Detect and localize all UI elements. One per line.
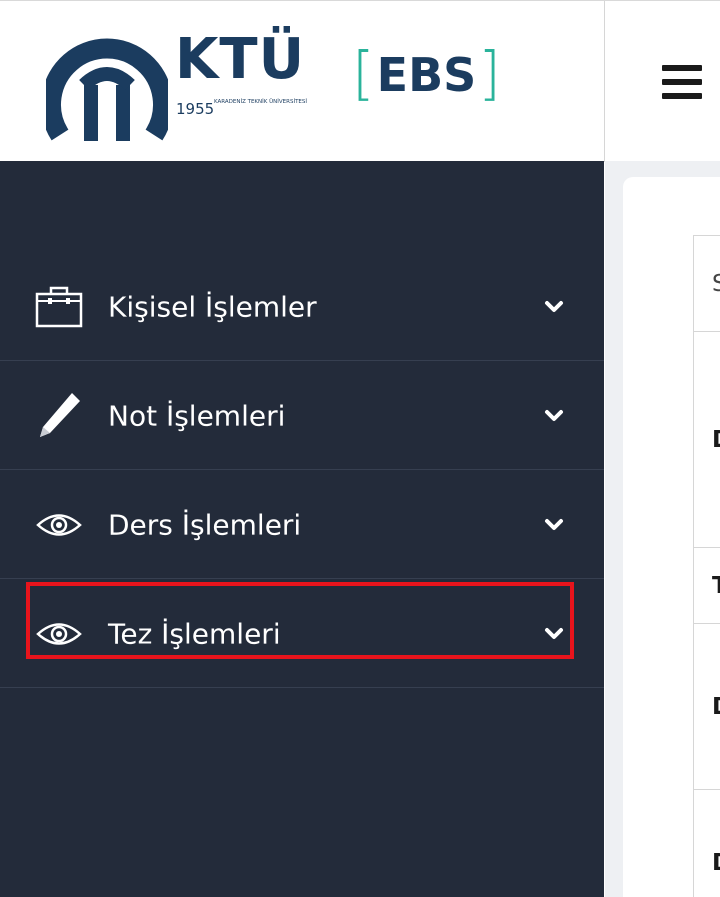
logo-area[interactable]: KTÜ 1955 KARADENİZ TEKNİK ÜNİVERSİTESİ […	[0, 1, 605, 162]
chevron-down-icon	[545, 300, 563, 312]
pencil-icon	[32, 389, 86, 443]
sidebar-item-ders-islemleri[interactable]: Ders İşlemleri	[0, 471, 604, 579]
main-content: Sü De Te De De	[605, 161, 720, 897]
ebs-text: EBS	[376, 48, 477, 102]
logo-title: KTÜ	[175, 27, 306, 92]
chevron-down-icon	[545, 409, 563, 421]
table-header-cell: Sü	[694, 236, 720, 332]
ebs-bracket-close: ]	[478, 39, 501, 107]
table-row-label: Te	[694, 548, 720, 624]
sidebar-item-tez-islemleri[interactable]: Tez İşlemleri	[0, 580, 604, 688]
table-row-label: De	[694, 332, 720, 548]
sidebar-item-not-islemleri[interactable]: Not İşlemleri	[0, 362, 604, 470]
chevron-down-icon	[545, 518, 563, 530]
sidebar: Kişisel İşlemler Not İşlemleri Ders İşle…	[0, 161, 604, 897]
sidebar-item-label: Tez İşlemleri	[108, 617, 281, 650]
logo-year: 1955	[176, 100, 215, 118]
eye-icon	[32, 498, 86, 552]
info-table: Sü De Te De De	[693, 235, 720, 897]
ktu-logo-icon	[46, 38, 168, 141]
briefcase-icon	[32, 280, 86, 334]
hamburger-icon[interactable]	[662, 65, 702, 99]
sidebar-item-label: Ders İşlemleri	[108, 508, 302, 541]
chevron-down-icon	[545, 627, 563, 639]
eye-icon	[32, 607, 86, 661]
ebs-bracket-open: [	[352, 39, 375, 107]
sidebar-item-label: Not İşlemleri	[108, 399, 286, 432]
content-panel: Sü De Te De De	[623, 177, 720, 897]
table-row-label: De	[694, 790, 720, 897]
sidebar-item-kisisel-islemler[interactable]: Kişisel İşlemler	[0, 253, 604, 361]
logo-subtitle: KARADENİZ TEKNİK ÜNİVERSİTESİ	[214, 99, 308, 105]
ebs-logo: [ EBS ]	[352, 39, 501, 107]
top-header: KTÜ 1955 KARADENİZ TEKNİK ÜNİVERSİTESİ […	[0, 0, 720, 162]
table-row-label: De	[694, 624, 720, 790]
sidebar-item-label: Kişisel İşlemler	[108, 290, 317, 323]
